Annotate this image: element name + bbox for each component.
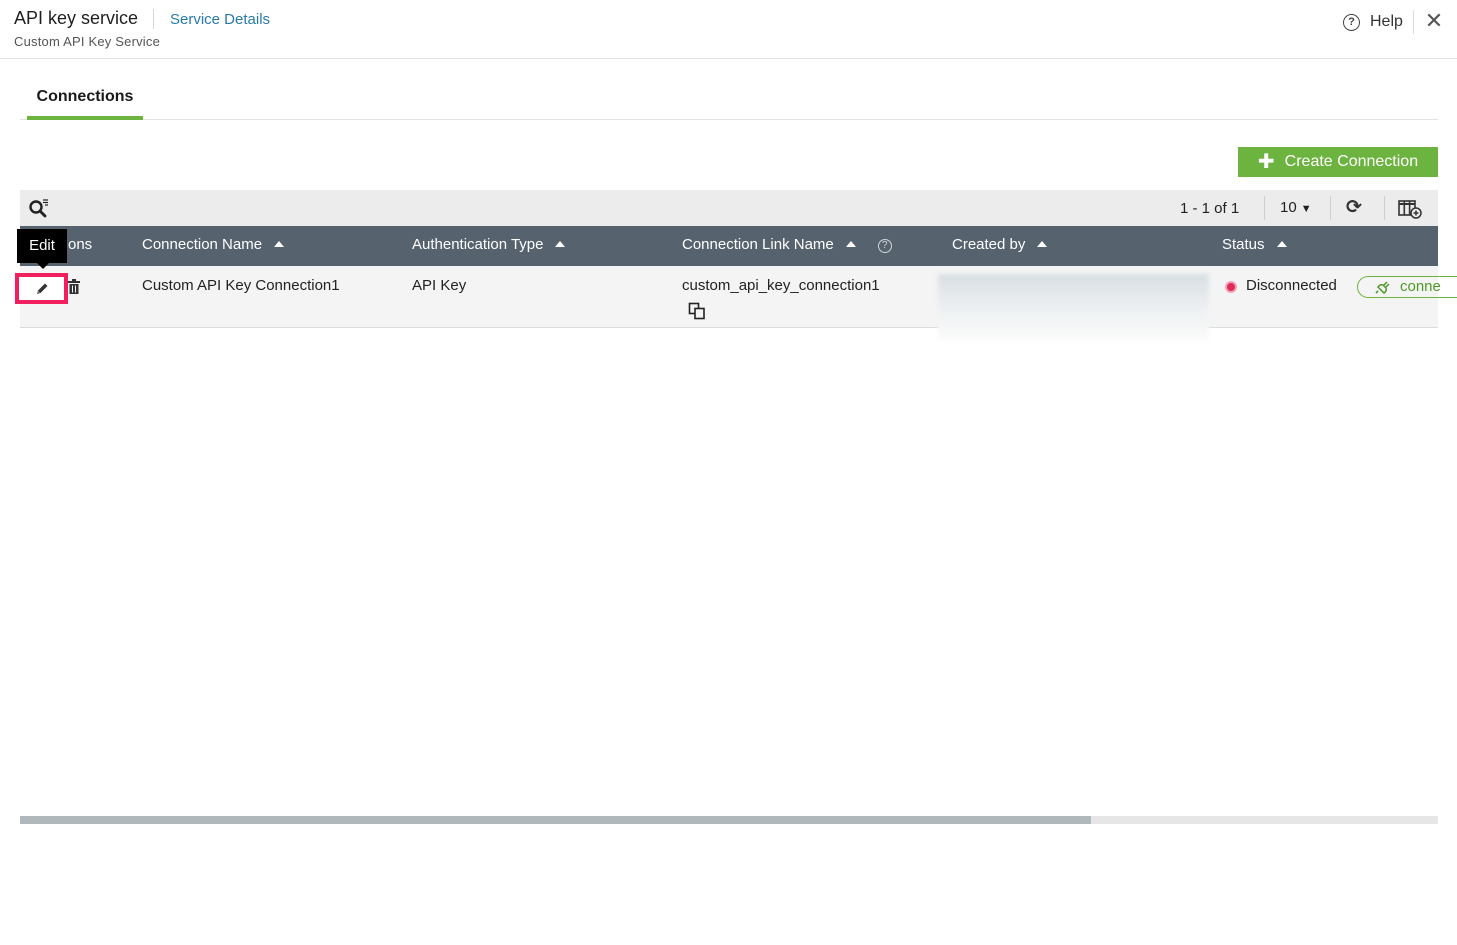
help-button[interactable]: ? Help [1343, 12, 1403, 32]
chevron-down-icon: ▼ [1300, 203, 1312, 215]
connect-button[interactable]: conne [1357, 276, 1457, 298]
sort-ascending-icon [555, 241, 566, 247]
sort-ascending-icon [274, 241, 285, 247]
close-icon[interactable]: ✕ [1424, 9, 1444, 33]
columns-settings-icon[interactable] [1398, 199, 1422, 219]
column-header-connection-link-name[interactable]: Connection Link Name? [682, 226, 892, 266]
table-toolbar: 1 - 1 of 1 10 ▼ ⟳ [20, 190, 1438, 226]
toolbar-divider [1264, 196, 1265, 220]
search-icon[interactable] [28, 198, 50, 218]
pagination-info: 1 - 1 of 1 [1180, 200, 1240, 217]
copy-icon[interactable] [688, 302, 706, 320]
title-divider [153, 9, 154, 29]
app-title: API key service [14, 8, 139, 28]
created-by-cell-redacted [938, 274, 1209, 340]
status-text: Disconnected [1246, 277, 1337, 294]
tab-connections[interactable]: Connections [27, 78, 143, 120]
tab-bar: Connections [20, 78, 1438, 120]
connect-button-label: conne [1400, 278, 1441, 295]
status-indicator [1225, 281, 1237, 293]
sort-ascending-icon [1276, 241, 1287, 247]
connection-name-cell: Custom API Key Connection1 [142, 277, 340, 294]
link-name-cell: custom_api_key_connection1 [682, 277, 880, 294]
toolbar-divider [1384, 196, 1385, 220]
plug-icon [1375, 281, 1390, 294]
column-header-status[interactable]: Status [1222, 226, 1287, 266]
edit-button[interactable] [15, 273, 68, 304]
page-size-select[interactable]: 10 ▼ [1280, 199, 1312, 216]
table-header: ons Connection Name Authentication Type … [20, 226, 1438, 266]
create-connection-label: Create Connection [1284, 153, 1419, 170]
help-label: Help [1370, 13, 1403, 30]
column-header-connection-name[interactable]: Connection Name [142, 226, 285, 266]
table-row: Custom API Key Connection1 API Key custo… [15, 266, 1457, 340]
edit-tooltip: Edit [17, 229, 67, 269]
sort-ascending-icon [1037, 241, 1048, 247]
trash-icon[interactable] [68, 279, 80, 294]
column-header-authentication-type[interactable]: Authentication Type [412, 226, 566, 266]
create-connection-button[interactable]: ✚ Create Connection [1238, 147, 1438, 177]
service-details-link[interactable]: Service Details [170, 11, 270, 28]
sort-ascending-icon [845, 241, 856, 247]
column-header-actions: ons [68, 236, 93, 253]
auth-type-cell: API Key [412, 277, 467, 294]
pencil-icon [36, 283, 47, 294]
page-size-value: 10 [1280, 199, 1297, 216]
page-header: API key service Service Details Custom A… [0, 0, 1457, 59]
help-icon: ? [1343, 13, 1360, 31]
help-icon[interactable]: ? [877, 239, 892, 253]
header-divider [1413, 10, 1414, 34]
column-header-created-by[interactable]: Created by [952, 226, 1048, 266]
page-subtitle: Custom API Key Service [14, 34, 161, 49]
toolbar-divider [1330, 196, 1331, 220]
refresh-icon[interactable]: ⟳ [1344, 198, 1364, 218]
horizontal-scrollbar-thumb[interactable] [20, 816, 1091, 824]
plus-icon: ✚ [1257, 151, 1275, 173]
